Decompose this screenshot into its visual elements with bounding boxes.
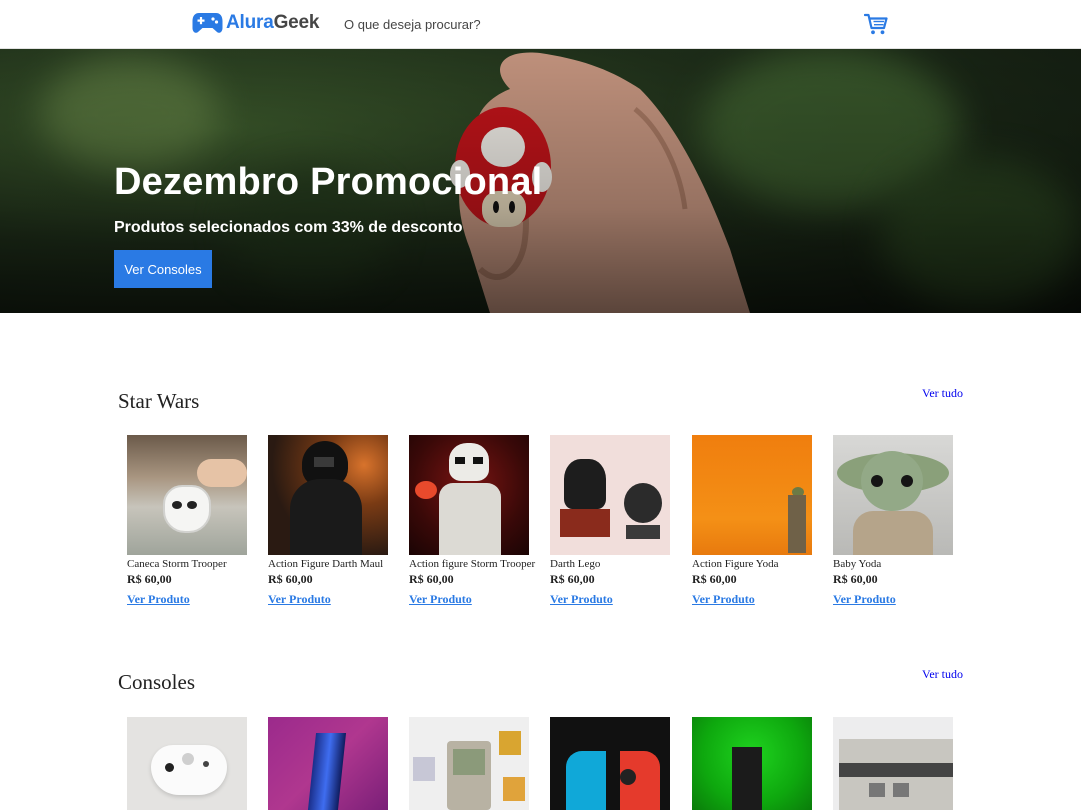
view-consoles-button[interactable]: Ver Consoles [114,250,212,288]
logo-text-alura: Alura [226,12,274,33]
product-image-detail [788,495,806,553]
product-image [409,435,529,555]
section-title: Star Wars [118,389,200,413]
product-image-detail [413,757,435,781]
product-image [268,435,388,555]
site-header: AluraGeek [0,0,1081,49]
view-product-link[interactable]: Ver Produto [268,592,331,607]
search-input[interactable] [336,12,652,36]
product-image [833,435,953,555]
product-card[interactable] [268,717,389,810]
product-image-detail [172,501,182,509]
product-card[interactable]: Darth Lego R$ 60,00 Ver Produto [550,435,671,608]
product-image-detail [839,763,953,777]
product-image-detail [560,509,610,537]
product-image [550,435,670,555]
product-image-detail [853,511,933,555]
product-image-detail [499,731,521,755]
view-product-link[interactable]: Ver Produto [833,592,896,607]
product-image-detail [455,457,465,464]
view-product-link[interactable]: Ver Produto [550,592,613,607]
product-image-detail [197,459,247,487]
product-image-detail [314,457,334,467]
product-price: R$ 60,00 [127,572,172,586]
view-product-link[interactable]: Ver Produto [409,592,472,607]
product-image-detail [453,749,485,775]
product-name: Action Figure Darth Maul [268,558,384,570]
product-card[interactable]: Action Figure Yoda R$ 60,00 Ver Produto [692,435,813,608]
product-card[interactable] [409,717,530,810]
product-image-detail [871,475,883,487]
product-price: R$ 60,00 [833,572,878,586]
product-price: R$ 60,00 [409,572,454,586]
logo[interactable]: AluraGeek [192,9,319,37]
product-card[interactable]: Action Figure Darth Maul R$ 60,00 Ver Pr… [268,435,389,608]
product-card[interactable]: Baby Yoda R$ 60,00 Ver Produto [833,435,954,608]
product-image [692,435,812,555]
product-image-detail [869,783,885,797]
product-name: Darth Lego [550,558,601,570]
view-product-link[interactable]: Ver Produto [127,592,190,607]
product-card[interactable]: Caneca Storm Trooper R$ 60,00 Ver Produt… [127,435,248,608]
product-image-detail [624,483,662,523]
product-name: Action figure Storm Trooper [409,558,536,570]
product-card[interactable]: Action figure Storm Trooper R$ 60,00 Ver… [409,435,536,608]
product-image [127,435,247,555]
product-image-detail [290,479,362,555]
product-image [833,717,953,810]
product-card[interactable] [127,717,248,810]
logo-text: AluraGeek [226,12,319,34]
product-image-detail [901,475,913,487]
product-image-detail [626,525,660,539]
product-image-detail [439,483,501,555]
see-all-link[interactable]: Ver tudo [922,667,963,682]
product-name: Action Figure Yoda [692,558,779,570]
product-price: R$ 60,00 [692,572,737,586]
product-image [692,717,812,810]
product-name: Caneca Storm Trooper [127,558,227,570]
product-image [550,717,670,810]
cart-icon[interactable] [864,13,888,35]
product-image-detail [307,733,347,810]
product-image-detail [566,751,606,810]
product-image-detail [620,769,636,785]
product-image-detail [163,485,211,533]
product-image-detail [732,747,762,810]
gamepad-icon [192,13,223,33]
section-title: Consoles [118,670,196,694]
product-image-detail [564,459,606,509]
product-card[interactable] [550,717,671,810]
product-image-detail [187,501,197,509]
logo-text-geek: Geek [273,12,320,33]
product-image-detail [203,761,209,767]
view-product-link[interactable]: Ver Produto [692,592,755,607]
product-image-detail [415,481,437,499]
product-image-detail [165,763,174,772]
product-image [127,717,247,810]
see-all-link[interactable]: Ver tudo [922,386,963,401]
product-name: Baby Yoda [833,558,882,570]
product-image [268,717,388,810]
product-image-detail [182,753,194,765]
hero-title: Dezembro Promocional [114,161,543,203]
product-price: R$ 60,00 [550,572,595,586]
product-price: R$ 60,00 [268,572,313,586]
product-image-detail [893,783,909,797]
product-card[interactable] [692,717,813,810]
product-image-detail [473,457,483,464]
product-card[interactable] [833,717,954,810]
hero-subtitle: Produtos selecionados com 33% de descont… [114,219,463,236]
product-image-detail [503,777,525,801]
product-image [409,717,529,810]
hero-banner: Dezembro Promocional Produtos selecionad… [0,49,1081,313]
